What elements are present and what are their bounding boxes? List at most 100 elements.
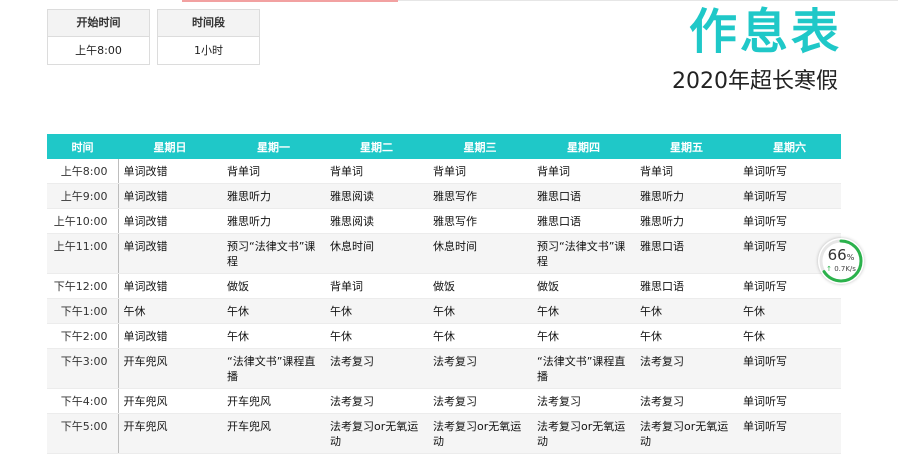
activity-cell[interactable]: 休息时间 [325,233,428,274]
table-row: 上午8:00 单词改错 背单词 背单词 背单词 背单词 背单词 单词听写 [47,159,841,184]
activity-cell[interactable]: 午休 [325,298,428,324]
activity-cell[interactable]: 雅思写作 [428,208,532,234]
activity-cell[interactable]: 法考复习 [428,388,532,414]
activity-cell[interactable]: 午休 [635,323,738,349]
activity-cell[interactable]: 单词听写 [738,413,841,454]
activity-cell[interactable]: 单词听写 [738,159,841,184]
activity-cell[interactable]: 午休 [222,323,325,349]
activity-cell[interactable]: 雅思听力 [222,208,325,234]
activity-cell[interactable]: 开车兜风 [118,388,222,414]
activity-cell[interactable]: 做饭 [428,273,532,299]
schedule-header-row: 时间 星期日 星期一 星期二 星期三 星期四 星期五 星期六 [47,134,841,159]
column-header-day: 星期一 [222,134,325,159]
time-cell: 下午3:00 [47,348,119,389]
activity-cell[interactable]: 法考复习 [635,348,738,389]
activity-cell[interactable]: 午休 [738,298,841,324]
activity-cell[interactable]: 做饭 [222,273,325,299]
activity-cell[interactable]: 法考复习 [532,388,635,414]
activity-cell[interactable]: 雅思阅读 [325,183,428,209]
activity-cell[interactable]: 单词改错 [118,323,222,349]
table-row: 下午1:00 午休 午休 午休 午休 午休 午休 午休 [47,298,841,324]
column-header-time: 时间 [47,134,118,159]
activity-cell[interactable]: 午休 [738,323,841,349]
activity-cell[interactable]: 午休 [428,323,532,349]
activity-cell[interactable]: 雅思听力 [635,183,738,209]
network-speed-widget[interactable]: 66% ↑ 0.7K/s [818,238,864,284]
activity-cell[interactable]: 午休 [222,298,325,324]
period-label: 时间段 [158,10,259,37]
tab-strip-line [398,0,898,1]
activity-cell[interactable]: 法考复习or无氧运动 [325,413,428,454]
activity-cell[interactable]: 雅思阅读 [325,208,428,234]
activity-cell[interactable]: 预习“法律文书”课程 [222,233,325,274]
activity-cell[interactable]: 单词改错 [118,273,222,299]
activity-cell[interactable]: 雅思口语 [635,233,738,274]
activity-cell[interactable]: 法考复习 [325,388,428,414]
activity-cell[interactable]: 背单词 [222,159,325,184]
activity-cell[interactable]: 雅思口语 [635,273,738,299]
activity-cell[interactable]: 雅思听力 [222,183,325,209]
activity-cell[interactable]: 单词改错 [118,233,222,274]
activity-cell[interactable]: 单词听写 [738,208,841,234]
table-row: 下午3:00 开车兜风 “法律文书”课程直播 法考复习 法考复习 “法律文书”课程直播 法考… [47,348,841,389]
page-subtitle: 2020年超长寒假 [672,69,838,94]
time-cell: 下午5:00 [47,413,119,454]
activity-cell[interactable]: 午休 [428,298,532,324]
activity-cell[interactable]: 背单词 [635,159,738,184]
period-value[interactable]: 1小时 [158,37,259,64]
activity-cell[interactable]: 法考复习or无氧运动 [428,413,532,454]
speed-percent-unit: % [846,253,855,262]
activity-cell[interactable]: 雅思口语 [532,183,635,209]
activity-cell[interactable]: 开车兜风 [118,348,222,389]
activity-cell[interactable]: 法考复习or无氧运动 [532,413,635,454]
column-header-day: 星期日 [118,134,222,159]
activity-cell[interactable]: 单词改错 [118,208,222,234]
activity-cell[interactable]: 午休 [325,323,428,349]
activity-cell[interactable]: 单词改错 [118,183,222,209]
time-cell: 上午9:00 [47,183,119,209]
activity-cell[interactable]: 开车兜风 [222,413,325,454]
activity-cell[interactable]: 雅思听力 [635,208,738,234]
settings-panel: 开始时间 上午8:00 时间段 1小时 [47,9,260,65]
activity-cell[interactable]: 法考复习 [325,348,428,389]
column-header-day: 星期六 [738,134,841,159]
activity-cell[interactable]: 法考复习 [635,388,738,414]
table-row: 下午2:00 单词改错 午休 午休 午休 午休 午休 午休 [47,323,841,349]
table-row: 下午4:00 开车兜风 开车兜风 法考复习 法考复习 法考复习 法考复习 单词听写 [47,388,841,414]
activity-cell[interactable]: 单词听写 [738,388,841,414]
time-cell: 下午4:00 [47,388,119,414]
activity-cell[interactable]: 休息时间 [428,233,532,274]
activity-cell[interactable]: 单词听写 [738,183,841,209]
activity-cell[interactable]: 背单词 [325,159,428,184]
activity-cell[interactable]: 法考复习 [428,348,532,389]
column-header-day: 星期五 [635,134,738,159]
activity-cell[interactable]: 单词听写 [738,348,841,389]
start-time-box: 开始时间 上午8:00 [47,9,150,65]
activity-cell[interactable]: 背单词 [325,273,428,299]
activity-cell[interactable]: 开车兜风 [222,388,325,414]
activity-cell[interactable]: 午休 [532,323,635,349]
start-time-value[interactable]: 上午8:00 [48,37,149,64]
activity-cell[interactable]: 单词改错 [118,159,222,184]
column-header-day: 星期四 [532,134,635,159]
page-title: 作息表 [688,4,842,60]
activity-cell[interactable]: 雅思口语 [532,208,635,234]
activity-cell[interactable]: 开车兜风 [118,413,222,454]
activity-cell[interactable]: 做饭 [532,273,635,299]
activity-cell[interactable]: 背单词 [428,159,532,184]
activity-cell[interactable]: 背单词 [532,159,635,184]
activity-cell[interactable]: 午休 [635,298,738,324]
activity-cell[interactable]: 预习“法律文书”课程 [532,233,635,274]
activity-cell[interactable]: 雅思写作 [428,183,532,209]
activity-cell[interactable]: “法律文书”课程直播 [222,348,325,389]
table-row: 上午9:00 单词改错 雅思听力 雅思阅读 雅思写作 雅思口语 雅思听力 单词听写 [47,183,841,209]
activity-cell[interactable]: “法律文书”课程直播 [532,348,635,389]
activity-cell[interactable]: 午休 [532,298,635,324]
activity-cell[interactable]: 法考复习or无氧运动 [635,413,738,454]
upload-arrow-icon: ↑ [826,265,832,273]
speed-percent: 66% [818,247,864,266]
column-header-day: 星期二 [325,134,428,159]
time-cell: 上午10:00 [47,208,119,234]
activity-cell[interactable]: 午休 [118,298,222,324]
time-cell: 下午12:00 [47,273,119,299]
